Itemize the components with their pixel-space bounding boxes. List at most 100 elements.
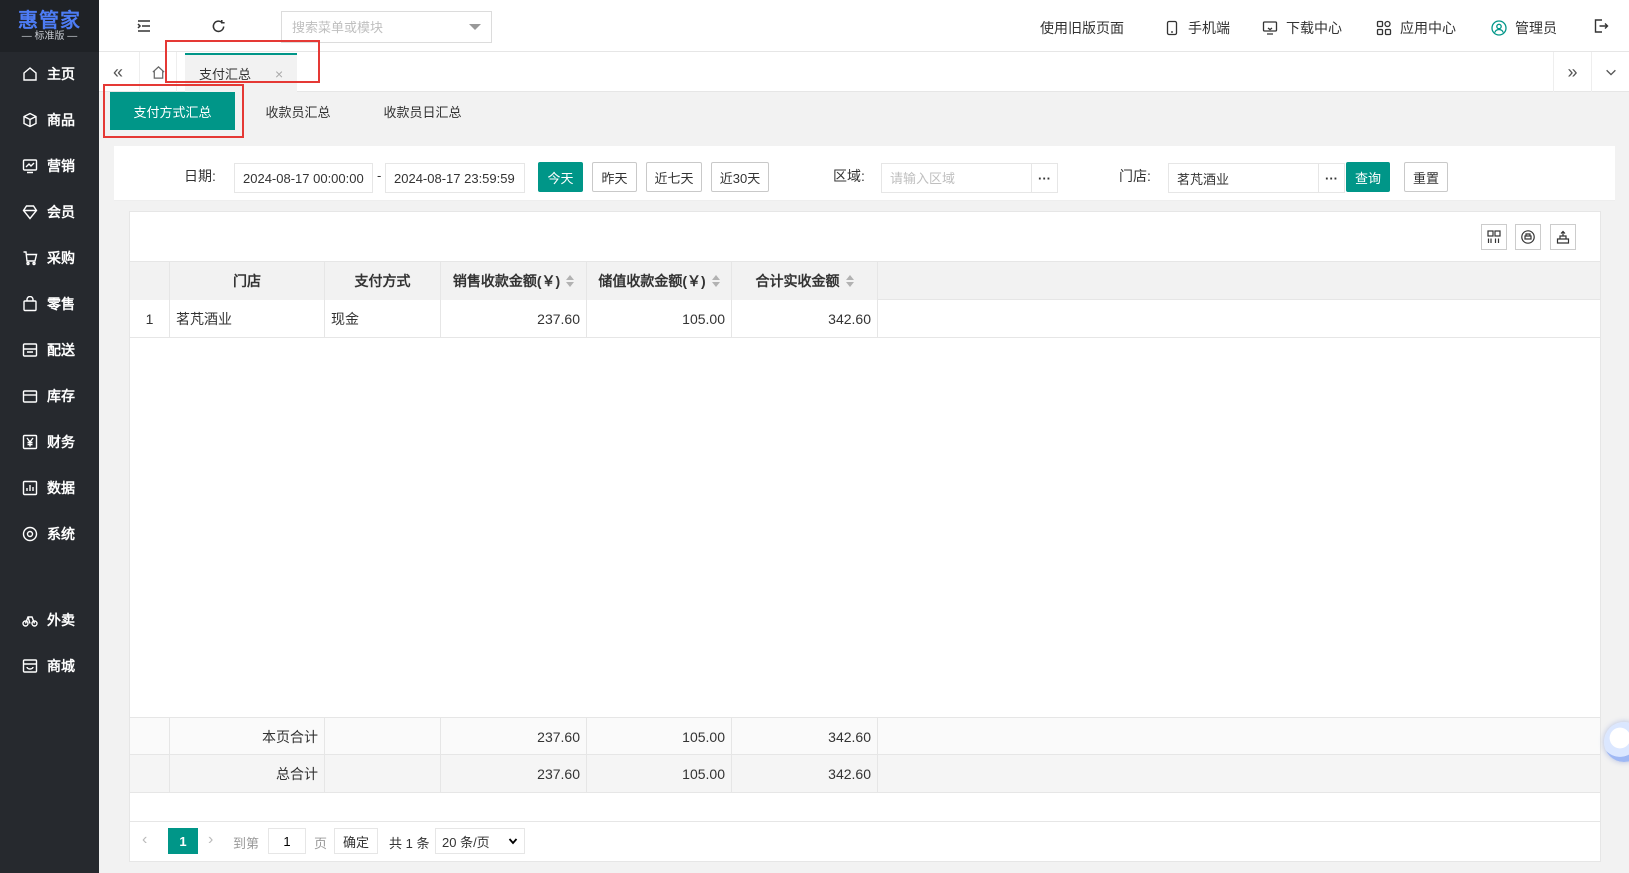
chart-icon	[22, 158, 38, 174]
prev-page-icon[interactable]: ‹	[142, 831, 147, 849]
header-label: 储值收款金额(￥)	[598, 273, 706, 289]
gear-icon	[22, 526, 38, 542]
sidebar-item-marketing[interactable]: 营销	[0, 146, 99, 186]
date-end-field[interactable]: 2024-08-17 23:59:59	[385, 163, 525, 193]
header-label: 支付方式	[354, 273, 411, 289]
sidebar-item-home[interactable]: 主页	[0, 54, 99, 94]
sort-icon[interactable]	[845, 275, 854, 287]
page-total-row: 本页合计 237.60 105.00 342.60	[130, 717, 1600, 756]
sidebar: 惠管家 — 标准版 — 主页 商品 营销 会员 采购 零售 配送 库存 财务 数…	[0, 0, 99, 873]
sidebar-item-label: 外卖	[47, 612, 75, 628]
bag-icon	[22, 296, 38, 312]
date-start-value: 2024-08-17 00:00:00	[243, 170, 364, 186]
mobile-link[interactable]: 手机端	[1164, 0, 1230, 56]
monitor-icon	[1262, 20, 1278, 36]
sidebar-item-label: 配送	[47, 342, 75, 358]
next-page-icon[interactable]: ›	[208, 831, 213, 849]
sidebar-item-finance[interactable]: 财务	[0, 422, 99, 462]
goto-page-field[interactable]	[268, 828, 306, 854]
reset-button[interactable]: 重置	[1404, 162, 1448, 192]
page-total-sales: 237.60	[441, 718, 587, 756]
export-icon[interactable]	[1550, 224, 1576, 250]
last-30-days-button[interactable]: 近30天	[711, 162, 769, 192]
region-picker-button[interactable]: ···	[1032, 163, 1058, 193]
header-stored[interactable]: 储值收款金额(￥)	[587, 262, 732, 300]
header-sales[interactable]: 销售收款金额(￥)	[441, 262, 587, 300]
region-field[interactable]	[881, 163, 1032, 193]
today-button[interactable]: 今天	[538, 162, 583, 192]
box-icon	[22, 388, 38, 404]
store-label: 门店:	[1119, 168, 1151, 184]
tab-payment-summary[interactable]: 支付汇总 ×	[185, 53, 297, 92]
subtab-cashier[interactable]: 收款员汇总	[248, 92, 348, 130]
subtab-payment-method[interactable]: 支付方式汇总	[110, 92, 235, 130]
menu-collapse-icon[interactable]	[135, 17, 153, 35]
store-picker-button[interactable]: ···	[1319, 163, 1345, 193]
sidebar-item-inventory[interactable]: 库存	[0, 376, 99, 416]
sidebar-item-delivery[interactable]: 配送	[0, 330, 99, 370]
sidebar-item-member[interactable]: 会员	[0, 192, 99, 232]
logo-name: 惠管家	[18, 8, 81, 32]
goto-confirm-button[interactable]: 确定	[334, 828, 379, 854]
table-row[interactable]: 1 茗芃酒业 现金 237.60 105.00 342.60	[130, 300, 1600, 338]
old-page-label: 使用旧版页面	[1040, 20, 1124, 36]
yesterday-button[interactable]: 昨天	[592, 162, 637, 192]
sidebar-item-purchase[interactable]: 采购	[0, 238, 99, 278]
header-label: 合计实收金额	[755, 273, 840, 289]
grand-total-stored: 105.00	[587, 755, 732, 793]
close-icon[interactable]: ×	[275, 66, 283, 82]
assistant-float-button[interactable]	[1604, 722, 1629, 762]
tabs-scroll-right-icon[interactable]: »	[1553, 52, 1591, 92]
sidebar-item-label: 财务	[47, 434, 75, 450]
old-page-link[interactable]: 使用旧版页面	[1040, 0, 1124, 56]
header-method: 支付方式	[325, 262, 441, 300]
region-input[interactable]	[890, 170, 1023, 186]
page-number-current[interactable]: 1	[168, 828, 198, 854]
total-count: 共 1 条	[389, 836, 430, 851]
tabs-menu-chevron-icon[interactable]	[1591, 52, 1629, 92]
last-7-days-button[interactable]: 近七天	[646, 162, 702, 192]
tab-label: 支付汇总	[199, 67, 252, 82]
sidebar-item-label: 库存	[47, 388, 75, 404]
print-icon[interactable]	[1515, 224, 1541, 250]
phone-icon	[1164, 20, 1180, 36]
store-value: 茗芃酒业	[1177, 171, 1230, 187]
sidebar-item-label: 零售	[47, 296, 75, 312]
page-size-select[interactable]: 20 条/页	[435, 828, 525, 854]
apps-grid-icon	[1376, 20, 1392, 36]
grand-total-total: 342.60	[732, 755, 878, 793]
subtab-cashier-daily[interactable]: 收款员日汇总	[370, 92, 475, 130]
sidebar-item-label: 营销	[47, 158, 75, 174]
columns-filter-icon[interactable]	[1481, 224, 1507, 250]
store-field[interactable]: 茗芃酒业	[1168, 163, 1319, 193]
goto-page-input[interactable]	[269, 833, 305, 849]
sidebar-item-retail[interactable]: 零售	[0, 284, 99, 324]
row-store: 茗芃酒业	[170, 300, 325, 338]
logo[interactable]: 惠管家 — 标准版 —	[0, 0, 99, 52]
user-menu[interactable]: 管理员	[1491, 0, 1557, 56]
header-index	[130, 262, 170, 300]
query-button[interactable]: 查询	[1346, 162, 1390, 192]
menu-search[interactable]	[281, 11, 492, 43]
sidebar-item-label: 采购	[47, 250, 75, 266]
tabs-scroll-left-icon[interactable]: «	[99, 52, 137, 92]
sidebar-item-goods[interactable]: 商品	[0, 100, 99, 140]
refresh-icon[interactable]	[209, 17, 227, 35]
sidebar-item-data[interactable]: 数据	[0, 468, 99, 508]
sidebar-item-takeout[interactable]: 外卖	[0, 600, 99, 640]
sort-icon[interactable]	[711, 275, 720, 287]
menu-search-input[interactable]	[292, 19, 462, 35]
sidebar-item-mall[interactable]: 商城	[0, 646, 99, 686]
download-center-link[interactable]: 下载中心	[1262, 0, 1342, 56]
tab-home[interactable]	[139, 52, 177, 92]
app-center-link[interactable]: 应用中心	[1376, 0, 1456, 56]
date-label: 日期:	[184, 168, 216, 184]
table-toolbar	[130, 212, 1600, 262]
sidebar-item-system[interactable]: 系统	[0, 514, 99, 554]
sort-icon[interactable]	[566, 275, 575, 287]
page-unit: 页	[314, 836, 328, 851]
chevron-down-icon[interactable]	[469, 24, 481, 30]
header-total[interactable]: 合计实收金额	[732, 262, 878, 300]
logout-icon[interactable]	[1592, 17, 1610, 35]
date-start-field[interactable]: 2024-08-17 00:00:00	[234, 163, 373, 193]
